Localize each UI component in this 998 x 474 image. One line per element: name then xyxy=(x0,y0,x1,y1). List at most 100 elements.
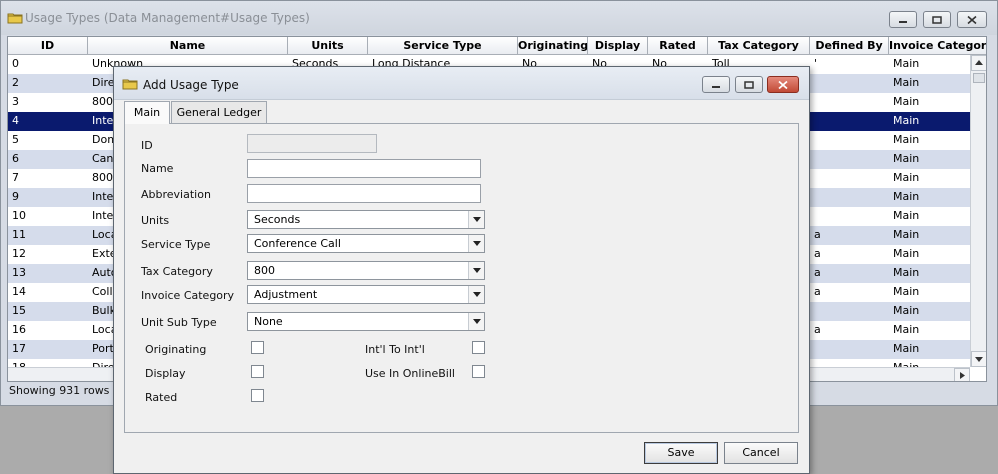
table-cell: Main xyxy=(893,190,920,203)
chevron-down-icon[interactable] xyxy=(468,262,484,279)
dialog-close-button[interactable] xyxy=(767,76,799,93)
folder-icon xyxy=(7,11,23,27)
table-cell: 4 xyxy=(12,114,19,127)
table-cell: Main xyxy=(893,114,920,127)
display-checkbox[interactable] xyxy=(251,365,264,378)
table-cell: 11 xyxy=(12,228,26,241)
table-cell: Main xyxy=(893,228,920,241)
invoice-category-select[interactable]: Adjustment xyxy=(247,285,485,304)
column-header[interactable]: Name xyxy=(88,37,288,55)
table-cell: Main xyxy=(893,209,920,222)
table-cell xyxy=(810,302,889,321)
grid-header: ID Name Units Service Type Originating Displa… xyxy=(8,37,986,55)
save-button[interactable]: Save xyxy=(644,442,718,464)
id-label: ID xyxy=(141,139,153,152)
id-field xyxy=(247,134,377,153)
scroll-thumb[interactable] xyxy=(973,73,985,83)
table-cell: 17 xyxy=(12,342,26,355)
table-cell: 13 xyxy=(12,266,26,279)
table-cell: Main xyxy=(893,266,920,279)
table-cell: 10 xyxy=(12,209,26,222)
originating-label: Originating xyxy=(145,343,207,356)
table-cell: Main xyxy=(893,171,920,184)
use-in-onlinebill-checkbox[interactable] xyxy=(472,365,485,378)
cancel-button[interactable]: Cancel xyxy=(724,442,798,464)
row-count-status: Showing 931 rows xyxy=(9,384,110,397)
table-cell: Main xyxy=(893,95,920,108)
table-cell xyxy=(810,74,889,93)
chevron-down-icon[interactable] xyxy=(468,286,484,303)
tab-general-ledger[interactable]: General Ledger xyxy=(171,101,267,123)
close-button[interactable] xyxy=(957,11,987,28)
invoice-category-label: Invoice Category xyxy=(141,289,235,302)
column-header[interactable]: Tax Category xyxy=(708,37,810,55)
chevron-down-icon[interactable] xyxy=(468,211,484,228)
maximize-button[interactable] xyxy=(923,11,951,28)
table-cell: 5 xyxy=(12,133,19,146)
chevron-down-icon[interactable] xyxy=(468,313,484,330)
dialog-minimize-button[interactable] xyxy=(702,76,730,93)
table-cell: a xyxy=(814,266,821,279)
table-cell: 0 xyxy=(12,57,19,70)
originating-checkbox[interactable] xyxy=(251,341,264,354)
minimize-button[interactable] xyxy=(889,11,917,28)
tab-main[interactable]: Main xyxy=(124,101,170,124)
table-cell: 12 xyxy=(12,247,26,260)
table-cell xyxy=(810,207,889,226)
table-cell xyxy=(810,188,889,207)
rated-checkbox[interactable] xyxy=(251,389,264,402)
table-cell: Main xyxy=(893,152,920,165)
invoice-category-value: Adjustment xyxy=(254,288,318,301)
dialog-titlebar[interactable]: Add Usage Type xyxy=(114,67,809,100)
tax-category-select[interactable]: 800 xyxy=(247,261,485,280)
display-label: Display xyxy=(145,367,186,380)
table-cell xyxy=(810,150,889,169)
use-in-onlinebill-label: Use In OnlineBill xyxy=(365,367,455,380)
table-cell: 6 xyxy=(12,152,19,165)
folder-icon xyxy=(122,77,138,93)
table-cell: 2 xyxy=(12,76,19,89)
window-title: Usage Types (Data Management#Usage Types… xyxy=(25,11,310,25)
table-cell: Main xyxy=(893,57,920,70)
table-cell: Main xyxy=(893,76,920,89)
scroll-up-arrow-icon[interactable] xyxy=(971,55,986,71)
table-cell xyxy=(810,112,889,131)
table-cell: a xyxy=(814,285,821,298)
abbreviation-field[interactable] xyxy=(247,184,481,203)
rated-label: Rated xyxy=(145,391,178,404)
chevron-down-icon[interactable] xyxy=(468,235,484,252)
service-type-value: Conference Call xyxy=(254,237,341,250)
column-header[interactable]: Units xyxy=(288,37,368,55)
table-cell: Main xyxy=(889,359,970,367)
table-cell xyxy=(810,359,889,367)
main-tab-panel: ID Name Abbreviation Units Seconds Servi… xyxy=(124,123,799,433)
column-header[interactable]: Invoice Category xyxy=(889,37,986,55)
dialog-maximize-button[interactable] xyxy=(735,76,763,93)
column-header[interactable]: ID xyxy=(8,37,88,55)
table-cell: Main xyxy=(893,342,920,355)
column-header[interactable]: Rated xyxy=(648,37,708,55)
dialog-title: Add Usage Type xyxy=(143,78,239,92)
column-header[interactable]: Defined By xyxy=(810,37,889,55)
name-label: Name xyxy=(141,162,174,175)
table-cell: 18 xyxy=(8,359,88,367)
scroll-right-arrow-icon[interactable] xyxy=(954,368,970,381)
service-type-select[interactable]: Conference Call xyxy=(247,234,485,253)
name-field[interactable] xyxy=(247,159,481,178)
table-cell xyxy=(810,340,889,359)
tax-category-label: Tax Category xyxy=(141,265,213,278)
unit-sub-type-select[interactable]: None xyxy=(247,312,485,331)
scroll-down-arrow-icon[interactable] xyxy=(971,351,986,367)
intl-to-intl-checkbox[interactable] xyxy=(472,341,485,354)
table-cell: Main xyxy=(893,133,920,146)
vertical-scrollbar[interactable] xyxy=(970,55,986,367)
window-titlebar[interactable]: Usage Types (Data Management#Usage Types… xyxy=(1,1,997,35)
table-cell: 15 xyxy=(12,304,26,317)
column-header[interactable]: Service Type xyxy=(368,37,518,55)
column-header[interactable]: Display xyxy=(588,37,648,55)
table-cell: 16 xyxy=(12,323,26,336)
column-header[interactable]: Originating xyxy=(518,37,588,55)
units-value: Seconds xyxy=(254,213,301,226)
units-select[interactable]: Seconds xyxy=(247,210,485,229)
unit-sub-type-label: Unit Sub Type xyxy=(141,316,217,329)
